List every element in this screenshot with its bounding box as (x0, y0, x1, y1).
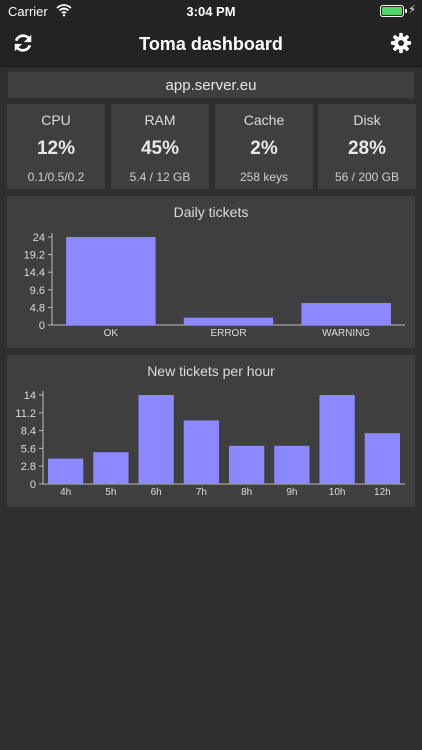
stat-detail: 56 / 200 GB (334, 170, 400, 184)
chart-bar (138, 395, 174, 484)
chart-bar (301, 303, 391, 325)
chart-bar (183, 317, 274, 325)
hourly-tickets-panel: New tickets per hour 0 2.8 5.6 8.4 11.2 14 4h 5… (7, 355, 415, 507)
stat-detail: 5.4 / 12 GB (129, 170, 191, 184)
y-tick-label: 4.8 (30, 302, 45, 314)
y-tick-label: 14.4 (24, 267, 45, 279)
y-tick-label: 2.8 (21, 461, 36, 473)
stat-detail: 258 keys (239, 170, 289, 184)
x-tick-label: 8h (241, 487, 252, 498)
stat-value: 28% (347, 138, 387, 159)
gear-icon[interactable] (390, 32, 412, 54)
stat-value: 12% (36, 138, 76, 159)
daily-tickets-chart: 0 4.8 9.6 14.4 19.2 24 OK ERROR WARNING (24, 232, 405, 339)
y-tick-label: 14 (24, 390, 36, 402)
chart-bar (364, 433, 401, 484)
y-tick-label: 9.6 (30, 285, 45, 297)
navigation-bar: Toma dashboard (0, 22, 422, 67)
y-tick-label: 0 (30, 479, 36, 491)
stat-label: CPU (41, 112, 71, 128)
stat-card-cpu: CPU 12% 0.1/0.5/0.2 (7, 104, 105, 189)
page-title: Toma dashboard (139, 34, 283, 54)
chart-bar (228, 445, 265, 484)
x-tick-label: 12h (374, 487, 391, 498)
hourly-tickets-chart: 0 2.8 5.6 8.4 11.2 14 4h 5h 6h 7h 8h 9h 10h 12h (15, 390, 405, 498)
status-bar: Carrier 3:04 PM ⚡ (0, 0, 422, 22)
y-tick-label: 0 (39, 320, 45, 332)
x-tick-label: 9h (286, 487, 297, 498)
y-tick-label: 8.4 (21, 426, 36, 438)
x-tick-label: 7h (196, 487, 207, 498)
stat-detail: 0.1/0.5/0.2 (27, 170, 85, 184)
server-host: app.server.eu (7, 71, 415, 99)
stat-label: Disk (353, 112, 381, 128)
x-tick-label: 6h (151, 487, 162, 498)
x-tick-label: 5h (105, 487, 116, 498)
chart-bar (47, 458, 84, 484)
daily-tickets-panel: Daily tickets 0 4.8 9.6 14.4 19.2 24 OK ERROR WA… (7, 196, 415, 348)
stat-value: 45% (140, 138, 180, 159)
x-tick-label: ERROR (210, 328, 246, 339)
chart-bar (319, 395, 355, 484)
stat-card-cache: Cache 2% 258 keys (215, 104, 313, 189)
stat-value: 2% (250, 138, 278, 159)
y-tick-label: 24 (33, 232, 45, 244)
stat-card-disk: Disk 28% 56 / 200 GB (318, 104, 416, 189)
y-tick-label: 5.6 (21, 443, 36, 455)
chart-bar (274, 445, 310, 484)
x-tick-label: 10h (329, 487, 346, 498)
y-tick-label: 19.2 (24, 250, 45, 262)
charging-icon: ⚡ (408, 4, 416, 16)
y-tick-label: 11.2 (15, 408, 36, 420)
stat-card-ram: RAM 45% 5.4 / 12 GB (111, 104, 209, 189)
x-tick-label: WARNING (322, 328, 370, 339)
chart-bar (183, 420, 220, 484)
chart-bar (66, 237, 156, 325)
stat-label: RAM (144, 112, 176, 128)
x-tick-label: 4h (60, 487, 71, 498)
stat-label: Cache (243, 112, 285, 128)
status-time: 3:04 PM (186, 4, 236, 19)
battery-icon (380, 5, 407, 17)
chart-bar (93, 452, 129, 484)
x-tick-label: OK (104, 328, 119, 339)
